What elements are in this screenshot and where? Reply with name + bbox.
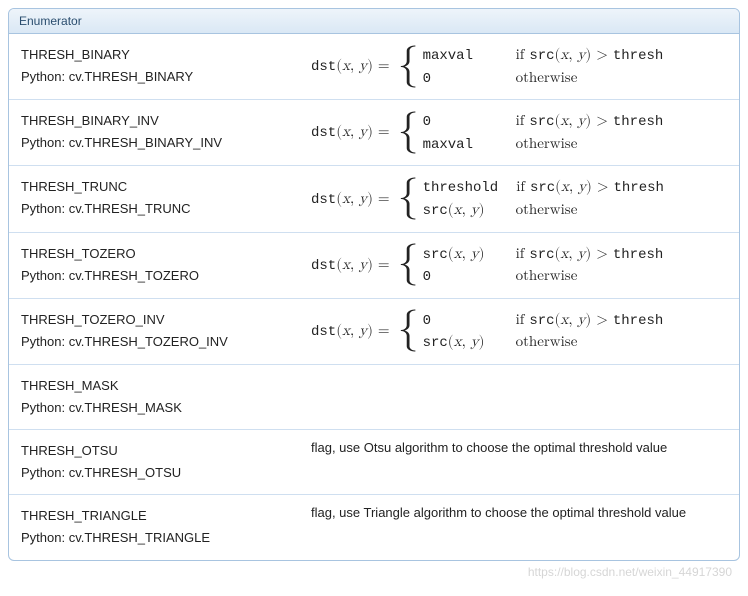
enum-name: THRESH_BINARY <box>21 44 287 66</box>
table-row: THRESH_TRIANGLEPython: cv.THRESH_TRIANGL… <box>9 495 739 560</box>
enumerator-panel: Enumerator THRESH_BINARYPython: cv.THRES… <box>8 8 740 561</box>
enum-desc-cell: flag, use Otsu algorithm to choose the o… <box>299 430 739 495</box>
enum-desc-cell <box>299 364 739 429</box>
table-row: THRESH_TOZERO_INVPython: cv.THRESH_TOZER… <box>9 298 739 364</box>
enum-name: THRESH_TRIANGLE <box>21 505 287 527</box>
enum-desc-cell: dst(x, y) = {0if src(x, y) > threshsrc(x… <box>299 298 739 364</box>
panel-title: Enumerator <box>9 9 739 34</box>
enum-desc-text: flag, use Triangle algorithm to choose t… <box>311 505 686 520</box>
table-row: THRESH_TOZEROPython: cv.THRESH_TOZEROdst… <box>9 232 739 298</box>
enum-name-cell: THRESH_TOZERO_INVPython: cv.THRESH_TOZER… <box>9 298 299 364</box>
enum-name: THRESH_TRUNC <box>21 176 287 198</box>
enum-name-cell: THRESH_TRIANGLEPython: cv.THRESH_TRIANGL… <box>9 495 299 560</box>
enum-name-cell: THRESH_TOZEROPython: cv.THRESH_TOZERO <box>9 232 299 298</box>
enum-name: THRESH_BINARY_INV <box>21 110 287 132</box>
enum-name: THRESH_TOZERO_INV <box>21 309 287 331</box>
enum-python: Python: cv.THRESH_OTSU <box>21 462 287 484</box>
enum-desc-cell: dst(x, y) = {src(x, y)if src(x, y) > thr… <box>299 232 739 298</box>
enum-desc-cell: dst(x, y) = {0if src(x, y) > threshmaxva… <box>299 100 739 166</box>
enum-python: Python: cv.THRESH_TRIANGLE <box>21 527 287 549</box>
enum-name: THRESH_MASK <box>21 375 287 397</box>
enum-name-cell: THRESH_BINARYPython: cv.THRESH_BINARY <box>9 34 299 100</box>
enum-python: Python: cv.THRESH_TRUNC <box>21 198 287 220</box>
enum-desc-cell: dst(x, y) = {thresholdif src(x, y) > thr… <box>299 166 739 232</box>
enum-desc-text: flag, use Otsu algorithm to choose the o… <box>311 440 667 455</box>
table-row: THRESH_TRUNCPython: cv.THRESH_TRUNCdst(x… <box>9 166 739 232</box>
enum-name: THRESH_TOZERO <box>21 243 287 265</box>
watermark: https://blog.csdn.net/weixin_44917390 <box>8 561 740 579</box>
table-row: THRESH_BINARYPython: cv.THRESH_BINARYdst… <box>9 34 739 100</box>
enum-python: Python: cv.THRESH_TOZERO_INV <box>21 331 287 353</box>
enum-desc-cell: dst(x, y) = {maxvalif src(x, y) > thresh… <box>299 34 739 100</box>
enum-python: Python: cv.THRESH_BINARY_INV <box>21 132 287 154</box>
enum-name-cell: THRESH_TRUNCPython: cv.THRESH_TRUNC <box>9 166 299 232</box>
enum-name-cell: THRESH_OTSUPython: cv.THRESH_OTSU <box>9 430 299 495</box>
enum-name-cell: THRESH_BINARY_INVPython: cv.THRESH_BINAR… <box>9 100 299 166</box>
table-row: THRESH_BINARY_INVPython: cv.THRESH_BINAR… <box>9 100 739 166</box>
enum-name-cell: THRESH_MASKPython: cv.THRESH_MASK <box>9 364 299 429</box>
enum-python: Python: cv.THRESH_TOZERO <box>21 265 287 287</box>
enum-name: THRESH_OTSU <box>21 440 287 462</box>
table-row: THRESH_MASKPython: cv.THRESH_MASK <box>9 364 739 429</box>
table-row: THRESH_OTSUPython: cv.THRESH_OTSU flag, u… <box>9 430 739 495</box>
enum-desc-cell: flag, use Triangle algorithm to choose t… <box>299 495 739 560</box>
enum-python: Python: cv.THRESH_MASK <box>21 397 287 419</box>
enum-python: Python: cv.THRESH_BINARY <box>21 66 287 88</box>
enum-table: THRESH_BINARYPython: cv.THRESH_BINARYdst… <box>9 34 739 560</box>
